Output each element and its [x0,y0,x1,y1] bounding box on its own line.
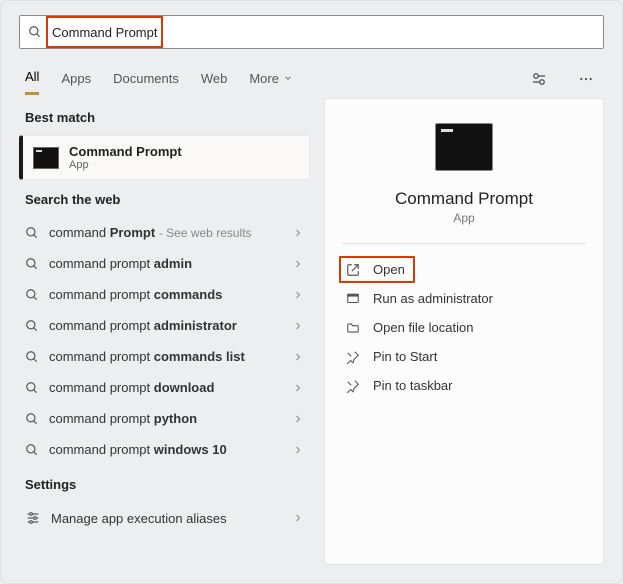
tab-bar: All Apps Documents Web More [1,55,622,98]
search-icon [25,443,39,457]
folder-icon [345,321,361,335]
chevron-down-icon [283,73,293,83]
results-pane: Best match Command Prompt App Search the… [19,98,310,565]
cmd-app-icon [33,147,59,169]
settings-result-label: Manage app execution aliases [51,511,282,526]
search-icon [25,226,39,240]
chevron-right-icon [292,289,304,301]
pin-icon [345,379,361,393]
web-suggestion[interactable]: command prompt commands list [19,341,310,372]
search-icon [25,381,39,395]
open-icon [345,263,361,277]
settings-results: Manage app execution aliases [19,502,310,534]
chevron-right-icon [292,413,304,425]
suggestion-text: command prompt python [49,411,282,426]
web-suggestion[interactable]: command Prompt - See web results [19,217,310,248]
suggestion-text: command prompt admin [49,256,282,271]
search-input[interactable]: Command Prompt [46,16,163,48]
best-match-result[interactable]: Command Prompt App [19,135,310,180]
action-open-location-label: Open file location [373,320,473,335]
section-search-web: Search the web [19,180,310,217]
chevron-right-icon [292,258,304,270]
tab-apps[interactable]: Apps [61,65,91,94]
preview-title: Command Prompt [395,189,533,209]
preview-pane: Command Prompt App Open Run as administr… [324,98,604,565]
action-open-location[interactable]: Open file location [339,314,589,341]
search-icon [25,412,39,426]
more-options-icon[interactable] [574,67,598,91]
action-pin-taskbar[interactable]: Pin to taskbar [339,372,589,399]
action-run-admin[interactable]: Run as administrator [339,285,589,312]
chevron-right-icon [292,351,304,363]
best-match-title: Command Prompt [69,144,182,159]
suggestion-hint: - See web results [159,226,252,240]
best-match-subtitle: App [69,159,182,171]
section-best-match: Best match [19,98,310,135]
suggestion-text: command prompt administrator [49,318,282,333]
tab-more[interactable]: More [249,65,293,94]
preview-subtitle: App [453,211,474,225]
web-suggestion[interactable]: command prompt windows 10 [19,434,310,465]
chevron-right-icon [292,320,304,332]
search-window: Command Prompt All Apps Documents Web Mo… [0,0,623,584]
sliders-icon [25,510,41,526]
tab-more-label: More [249,71,279,86]
pin-icon [345,350,361,364]
web-suggestion[interactable]: command prompt download [19,372,310,403]
search-icon [28,25,42,39]
chevron-right-icon [292,444,304,456]
section-settings: Settings [19,465,310,502]
chevron-right-icon [292,382,304,394]
shield-icon [345,292,361,306]
web-suggestion[interactable]: command prompt administrator [19,310,310,341]
chevron-right-icon [292,227,304,239]
action-pin-taskbar-label: Pin to taskbar [373,378,453,393]
suggestion-text: command prompt commands [49,287,282,302]
search-icon [25,319,39,333]
tab-all[interactable]: All [25,63,39,95]
action-pin-start[interactable]: Pin to Start [339,343,589,370]
action-list: Open Run as administrator Open file loca… [325,244,603,411]
suggestion-text: command prompt download [49,380,282,395]
chevron-right-icon [292,512,304,524]
web-suggestions: command Prompt - See web results command … [19,217,310,465]
action-pin-start-label: Pin to Start [373,349,437,364]
action-open-label: Open [373,262,405,277]
tab-documents[interactable]: Documents [113,65,179,94]
action-run-admin-label: Run as administrator [373,291,493,306]
suggestion-text: command prompt windows 10 [49,442,282,457]
search-icon [25,257,39,271]
options-icon[interactable] [526,66,552,92]
search-icon [25,350,39,364]
tab-web[interactable]: Web [201,65,228,94]
action-open[interactable]: Open [339,256,415,283]
suggestion-text: command Prompt - See web results [49,225,282,240]
suggestion-text: command prompt commands list [49,349,282,364]
best-match-text: Command Prompt App [69,144,182,171]
search-icon [25,288,39,302]
web-suggestion[interactable]: command prompt admin [19,248,310,279]
web-suggestion[interactable]: command prompt commands [19,279,310,310]
web-suggestion[interactable]: command prompt python [19,403,310,434]
search-bar[interactable]: Command Prompt [19,15,604,49]
settings-result[interactable]: Manage app execution aliases [19,502,310,534]
cmd-app-icon-large [435,123,493,171]
